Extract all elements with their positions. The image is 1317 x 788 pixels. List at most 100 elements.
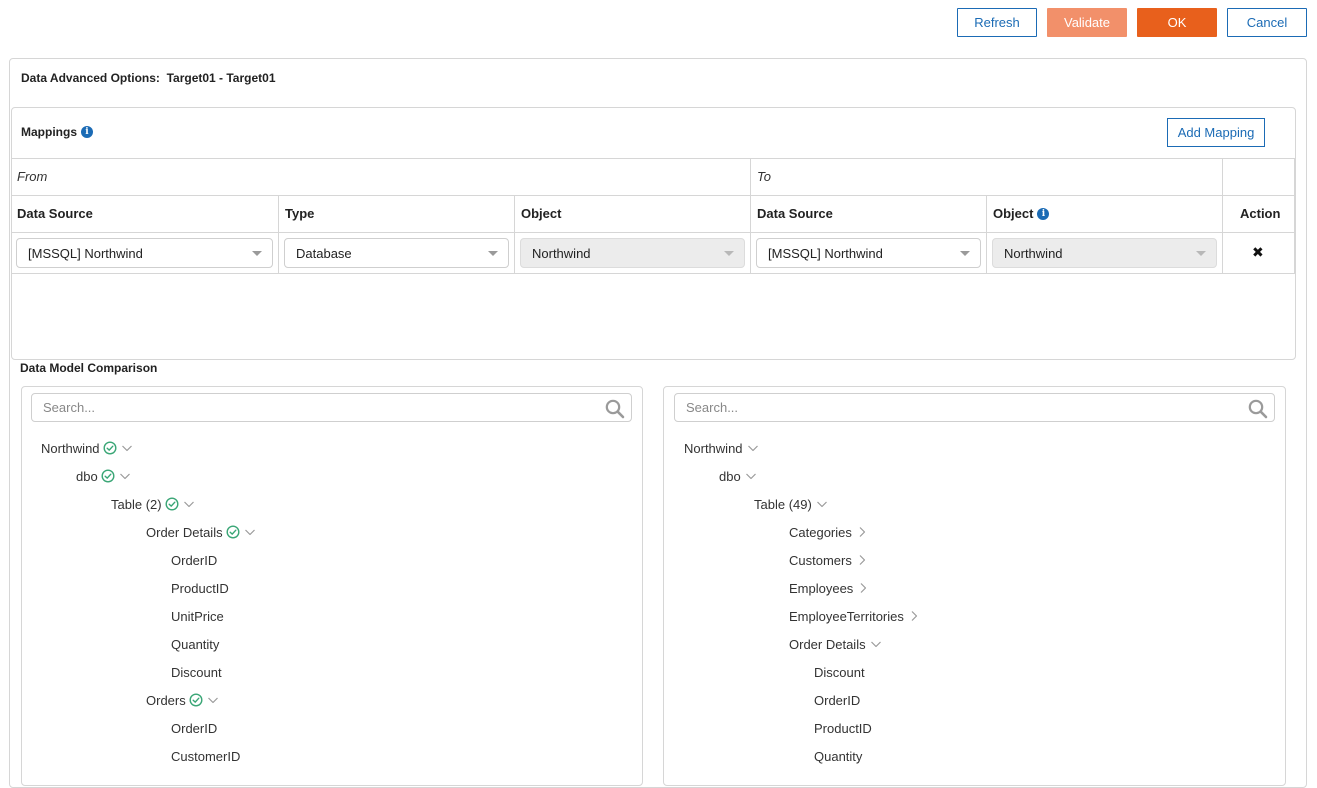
left-tree-node[interactable]: dbo bbox=[76, 467, 132, 485]
info-icon[interactable]: i bbox=[81, 126, 93, 138]
check-circle-icon bbox=[165, 497, 179, 511]
chevron-down-icon[interactable] bbox=[243, 525, 257, 539]
left-tree-node[interactable]: Orders bbox=[146, 691, 220, 709]
from-object-select: Northwind bbox=[520, 238, 745, 268]
tree-node-label: Table (2) bbox=[111, 496, 162, 512]
chevron-down-icon[interactable] bbox=[118, 469, 132, 483]
search-icon[interactable] bbox=[1248, 399, 1268, 419]
chevron-down-icon[interactable] bbox=[744, 469, 758, 483]
chevron-down-icon[interactable] bbox=[869, 637, 883, 651]
tree-node-label: CustomerID bbox=[171, 748, 241, 764]
dropdown-caret-icon bbox=[1196, 251, 1206, 256]
add-mapping-button[interactable]: Add Mapping bbox=[1167, 118, 1265, 147]
to-object-value: Northwind bbox=[1004, 245, 1063, 261]
right-tree-node[interactable]: Categories bbox=[789, 523, 869, 541]
table-divider bbox=[514, 195, 515, 273]
right-search-placeholder: Search... bbox=[686, 400, 739, 415]
check-circle-icon bbox=[226, 525, 240, 539]
right-search-input[interactable]: Search... bbox=[674, 393, 1275, 422]
col-from-object: Object bbox=[521, 206, 562, 221]
chevron-down-icon[interactable] bbox=[120, 441, 134, 455]
chevron-right-icon[interactable] bbox=[855, 525, 869, 539]
tree-node-label: Categories bbox=[789, 524, 852, 540]
right-tree-node[interactable]: Customers bbox=[789, 551, 869, 569]
table-divider bbox=[11, 273, 1295, 274]
comparison-title: Data Model Comparison bbox=[20, 361, 158, 375]
right-tree-node[interactable]: EmployeeTerritories bbox=[789, 607, 921, 625]
info-icon[interactable]: i bbox=[1037, 207, 1050, 220]
from-type-value: Database bbox=[296, 245, 352, 261]
col-action: Action bbox=[1240, 206, 1281, 221]
to-data-source-value: [MSSQL] Northwind bbox=[768, 245, 883, 261]
tree-node-label: ProductID bbox=[171, 580, 229, 596]
chevron-down-icon[interactable] bbox=[815, 497, 829, 511]
tree-node-label: ProductID bbox=[814, 720, 872, 736]
right-tree-node[interactable]: Northwind bbox=[684, 439, 760, 457]
left-tree-node: UnitPrice bbox=[171, 607, 224, 625]
table-divider bbox=[11, 232, 1295, 233]
tree-node-label: Order Details bbox=[789, 636, 866, 652]
from-type-select[interactable]: Database bbox=[284, 238, 509, 268]
to-data-source-select[interactable]: [MSSQL] Northwind bbox=[756, 238, 981, 268]
dropdown-caret-icon bbox=[488, 251, 498, 256]
dropdown-caret-icon bbox=[724, 251, 734, 256]
tree-node-label: dbo bbox=[76, 468, 98, 484]
search-icon[interactable] bbox=[605, 399, 625, 419]
dropdown-caret-icon bbox=[252, 251, 262, 256]
dropdown-caret-icon bbox=[960, 251, 970, 256]
from-data-source-select[interactable]: [MSSQL] Northwind bbox=[16, 238, 273, 268]
tree-node-label: UnitPrice bbox=[171, 608, 224, 624]
left-tree-node[interactable]: Table (2) bbox=[111, 495, 196, 513]
right-tree-node: Discount bbox=[814, 663, 865, 681]
tree-node-label: Discount bbox=[814, 664, 865, 680]
refresh-button[interactable]: Refresh bbox=[957, 8, 1037, 37]
panel-title: Data Advanced Options: Target01 - Target… bbox=[21, 71, 276, 85]
chevron-down-icon[interactable] bbox=[206, 693, 220, 707]
chevron-down-icon[interactable] bbox=[746, 441, 760, 455]
chevron-down-icon[interactable] bbox=[182, 497, 196, 511]
tree-node-label: Quantity bbox=[814, 748, 863, 764]
right-tree-node: OrderID bbox=[814, 691, 860, 709]
tree-node-label: EmployeeTerritories bbox=[789, 608, 904, 624]
tree-node-label: Northwind bbox=[41, 440, 100, 456]
right-tree-node: Quantity bbox=[814, 747, 862, 765]
tree-node-label: OrderID bbox=[171, 552, 218, 568]
table-divider bbox=[1294, 158, 1295, 273]
mappings-panel bbox=[11, 107, 1296, 360]
table-border-top bbox=[11, 158, 1295, 159]
table-divider bbox=[750, 158, 751, 273]
cancel-button[interactable]: Cancel bbox=[1227, 8, 1307, 37]
right-tree-node[interactable]: Table (49) bbox=[754, 495, 829, 513]
ok-button[interactable]: OK bbox=[1137, 8, 1217, 37]
chevron-right-icon[interactable] bbox=[907, 609, 921, 623]
right-tree-node[interactable]: dbo bbox=[719, 467, 758, 485]
tree-node-label: Employees bbox=[789, 580, 854, 596]
left-tree-node[interactable]: Order Details bbox=[146, 523, 257, 541]
left-tree-node: Discount bbox=[171, 663, 222, 681]
table-divider bbox=[11, 195, 1295, 196]
left-tree-node: CustomerID bbox=[171, 747, 240, 765]
right-tree-node: ProductID bbox=[814, 719, 872, 737]
from-object-value: Northwind bbox=[532, 245, 591, 261]
check-circle-icon bbox=[101, 469, 115, 483]
left-tree-node[interactable]: Northwind bbox=[41, 439, 134, 457]
col-to-object-label: Object bbox=[993, 206, 1034, 221]
tree-node-label: dbo bbox=[719, 468, 741, 484]
mappings-title: Mappings i bbox=[21, 125, 93, 139]
table-divider bbox=[278, 195, 279, 273]
col-to-data-source: Data Source bbox=[757, 206, 833, 221]
table-divider bbox=[1222, 158, 1223, 273]
tree-node-label: Northwind bbox=[684, 440, 743, 456]
left-tree-node: OrderID bbox=[171, 551, 217, 569]
col-to-object: Object i bbox=[993, 206, 1050, 221]
validate-button[interactable]: Validate bbox=[1047, 8, 1127, 37]
chevron-right-icon[interactable] bbox=[855, 553, 869, 567]
right-tree-node[interactable]: Order Details bbox=[789, 635, 883, 653]
col-from-data-source: Data Source bbox=[17, 206, 93, 221]
right-tree-node[interactable]: Employees bbox=[789, 579, 870, 597]
close-icon[interactable]: ✖ bbox=[1252, 244, 1264, 261]
check-circle-icon bbox=[189, 693, 203, 707]
left-search-input[interactable]: Search... bbox=[31, 393, 632, 422]
chevron-right-icon[interactable] bbox=[856, 581, 870, 595]
table-divider bbox=[986, 195, 987, 273]
